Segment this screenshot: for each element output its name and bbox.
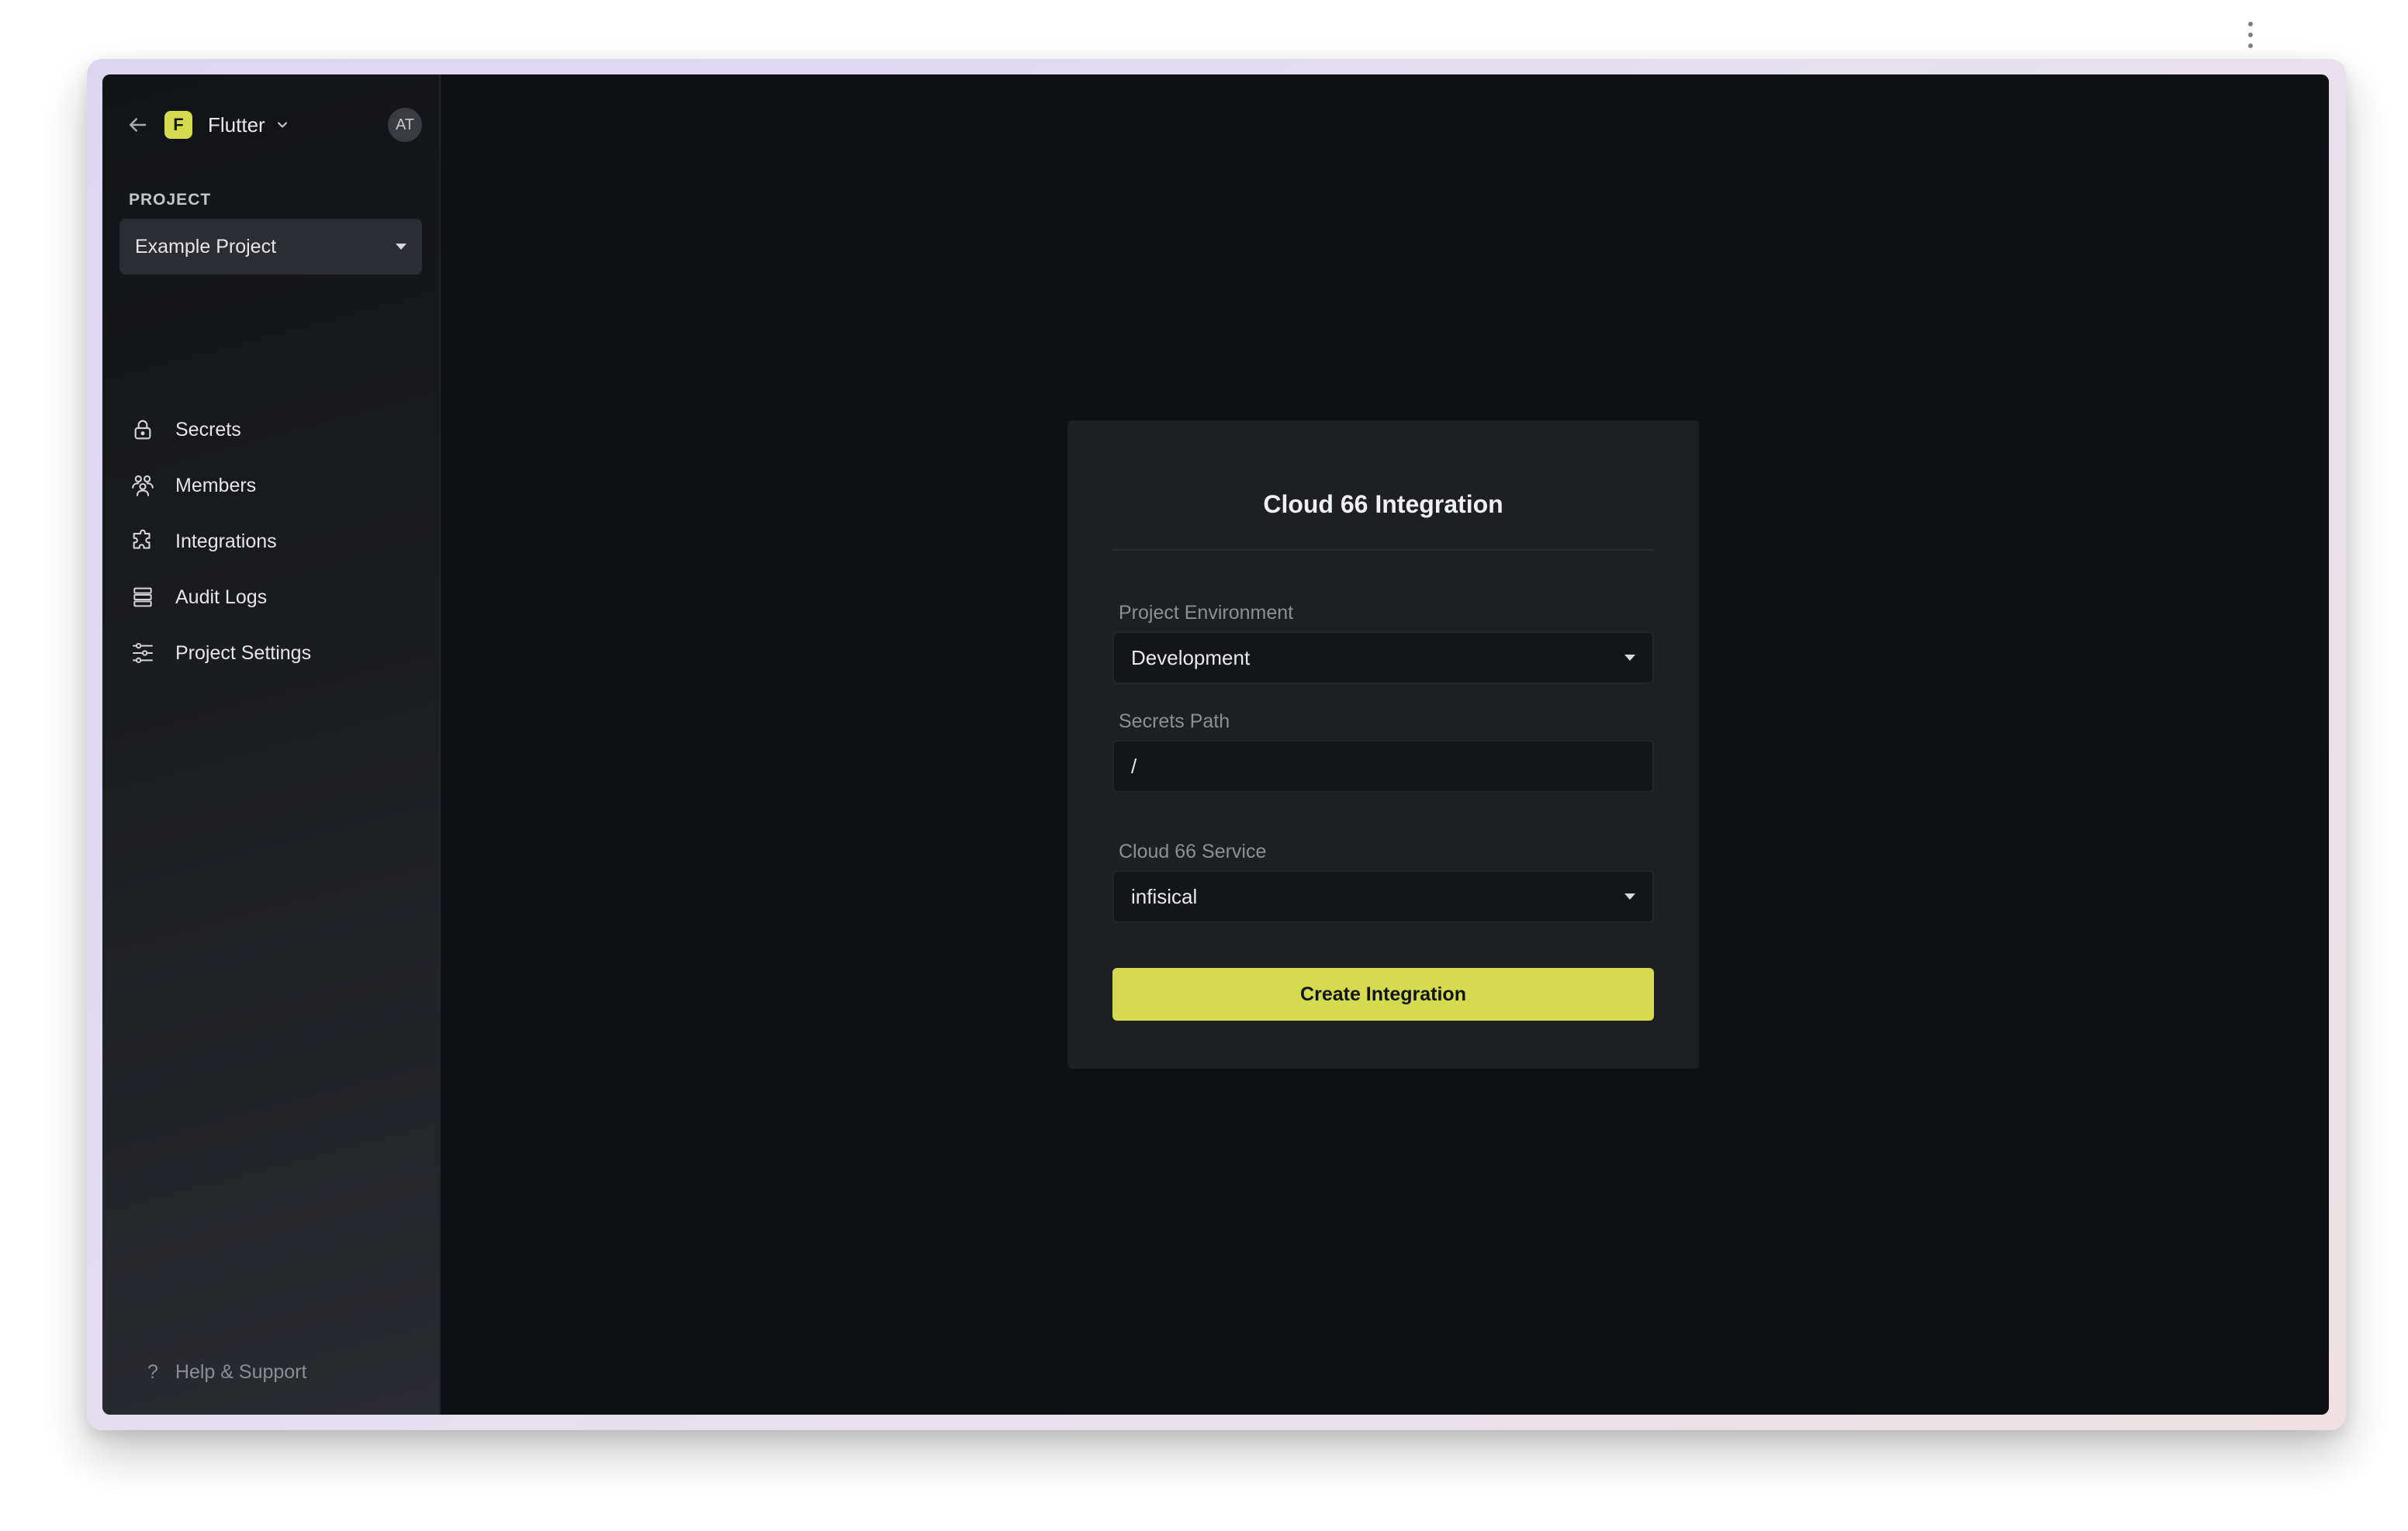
sidebar-item-integrations[interactable]: Integrations [129, 513, 416, 569]
org-name[interactable]: Flutter [208, 113, 265, 137]
sidebar-item-label: Integrations [175, 530, 277, 552]
sliders-icon [129, 639, 157, 667]
secrets-path-field[interactable] [1112, 740, 1654, 793]
caret-down-icon [1624, 893, 1635, 900]
sidebar-item-label: Secrets [175, 418, 241, 441]
sidebar: F Flutter AT PROJECT Example Project Sec… [102, 74, 441, 1415]
sidebar-nav: Secrets Members Integrations Audit Logs … [129, 402, 416, 681]
environment-select[interactable]: Development [1112, 631, 1654, 684]
service-label: Cloud 66 Service [1119, 841, 1267, 862]
sidebar-item-label: Members [175, 474, 257, 496]
environment-select-value: Development [1131, 645, 1251, 669]
help-support-label: Help & Support [175, 1361, 307, 1383]
app-frame: F Flutter AT PROJECT Example Project Sec… [87, 59, 2346, 1430]
main-content: Cloud 66 Integration Project Environment… [441, 74, 2329, 1415]
create-integration-button[interactable]: Create Integration [1112, 968, 1654, 1021]
project-section-label: PROJECT [129, 191, 212, 209]
project-select[interactable]: Example Project [119, 219, 422, 275]
audit-logs-icon [129, 583, 157, 611]
environment-label: Project Environment [1119, 602, 1294, 624]
lock-icon [129, 416, 157, 444]
puzzle-icon [129, 527, 157, 555]
integration-card: Cloud 66 Integration Project Environment… [1067, 420, 1699, 1069]
service-select[interactable]: infisical [1112, 870, 1654, 923]
question-icon: ? [147, 1361, 158, 1383]
sidebar-item-secrets[interactable]: Secrets [129, 402, 416, 458]
org-badge: F [164, 111, 192, 139]
window-menu-icon[interactable] [2247, 22, 2254, 48]
caret-down-icon [1624, 655, 1635, 661]
caret-down-icon [396, 244, 407, 250]
members-icon [129, 472, 157, 499]
service-select-value: infisical [1131, 884, 1198, 908]
user-avatar[interactable]: AT [388, 108, 422, 142]
sidebar-item-members[interactable]: Members [129, 458, 416, 513]
project-select-value: Example Project [135, 235, 277, 257]
card-title: Cloud 66 Integration [1263, 490, 1503, 518]
sidebar-item-label: Audit Logs [175, 586, 268, 608]
app-window: F Flutter AT PROJECT Example Project Sec… [102, 74, 2329, 1415]
chevron-down-icon[interactable] [275, 116, 292, 133]
help-support-link[interactable]: ? Help & Support [147, 1361, 306, 1384]
org-bar: F Flutter AT [124, 107, 422, 143]
secrets-path-label: Secrets Path [1119, 710, 1230, 732]
secrets-path-input[interactable] [1131, 754, 1635, 779]
sidebar-item-label: Project Settings [175, 641, 312, 664]
back-arrow-icon[interactable] [124, 112, 150, 138]
sidebar-item-audit-logs[interactable]: Audit Logs [129, 569, 416, 625]
card-divider [1112, 549, 1654, 551]
sidebar-item-project-settings[interactable]: Project Settings [129, 625, 416, 681]
